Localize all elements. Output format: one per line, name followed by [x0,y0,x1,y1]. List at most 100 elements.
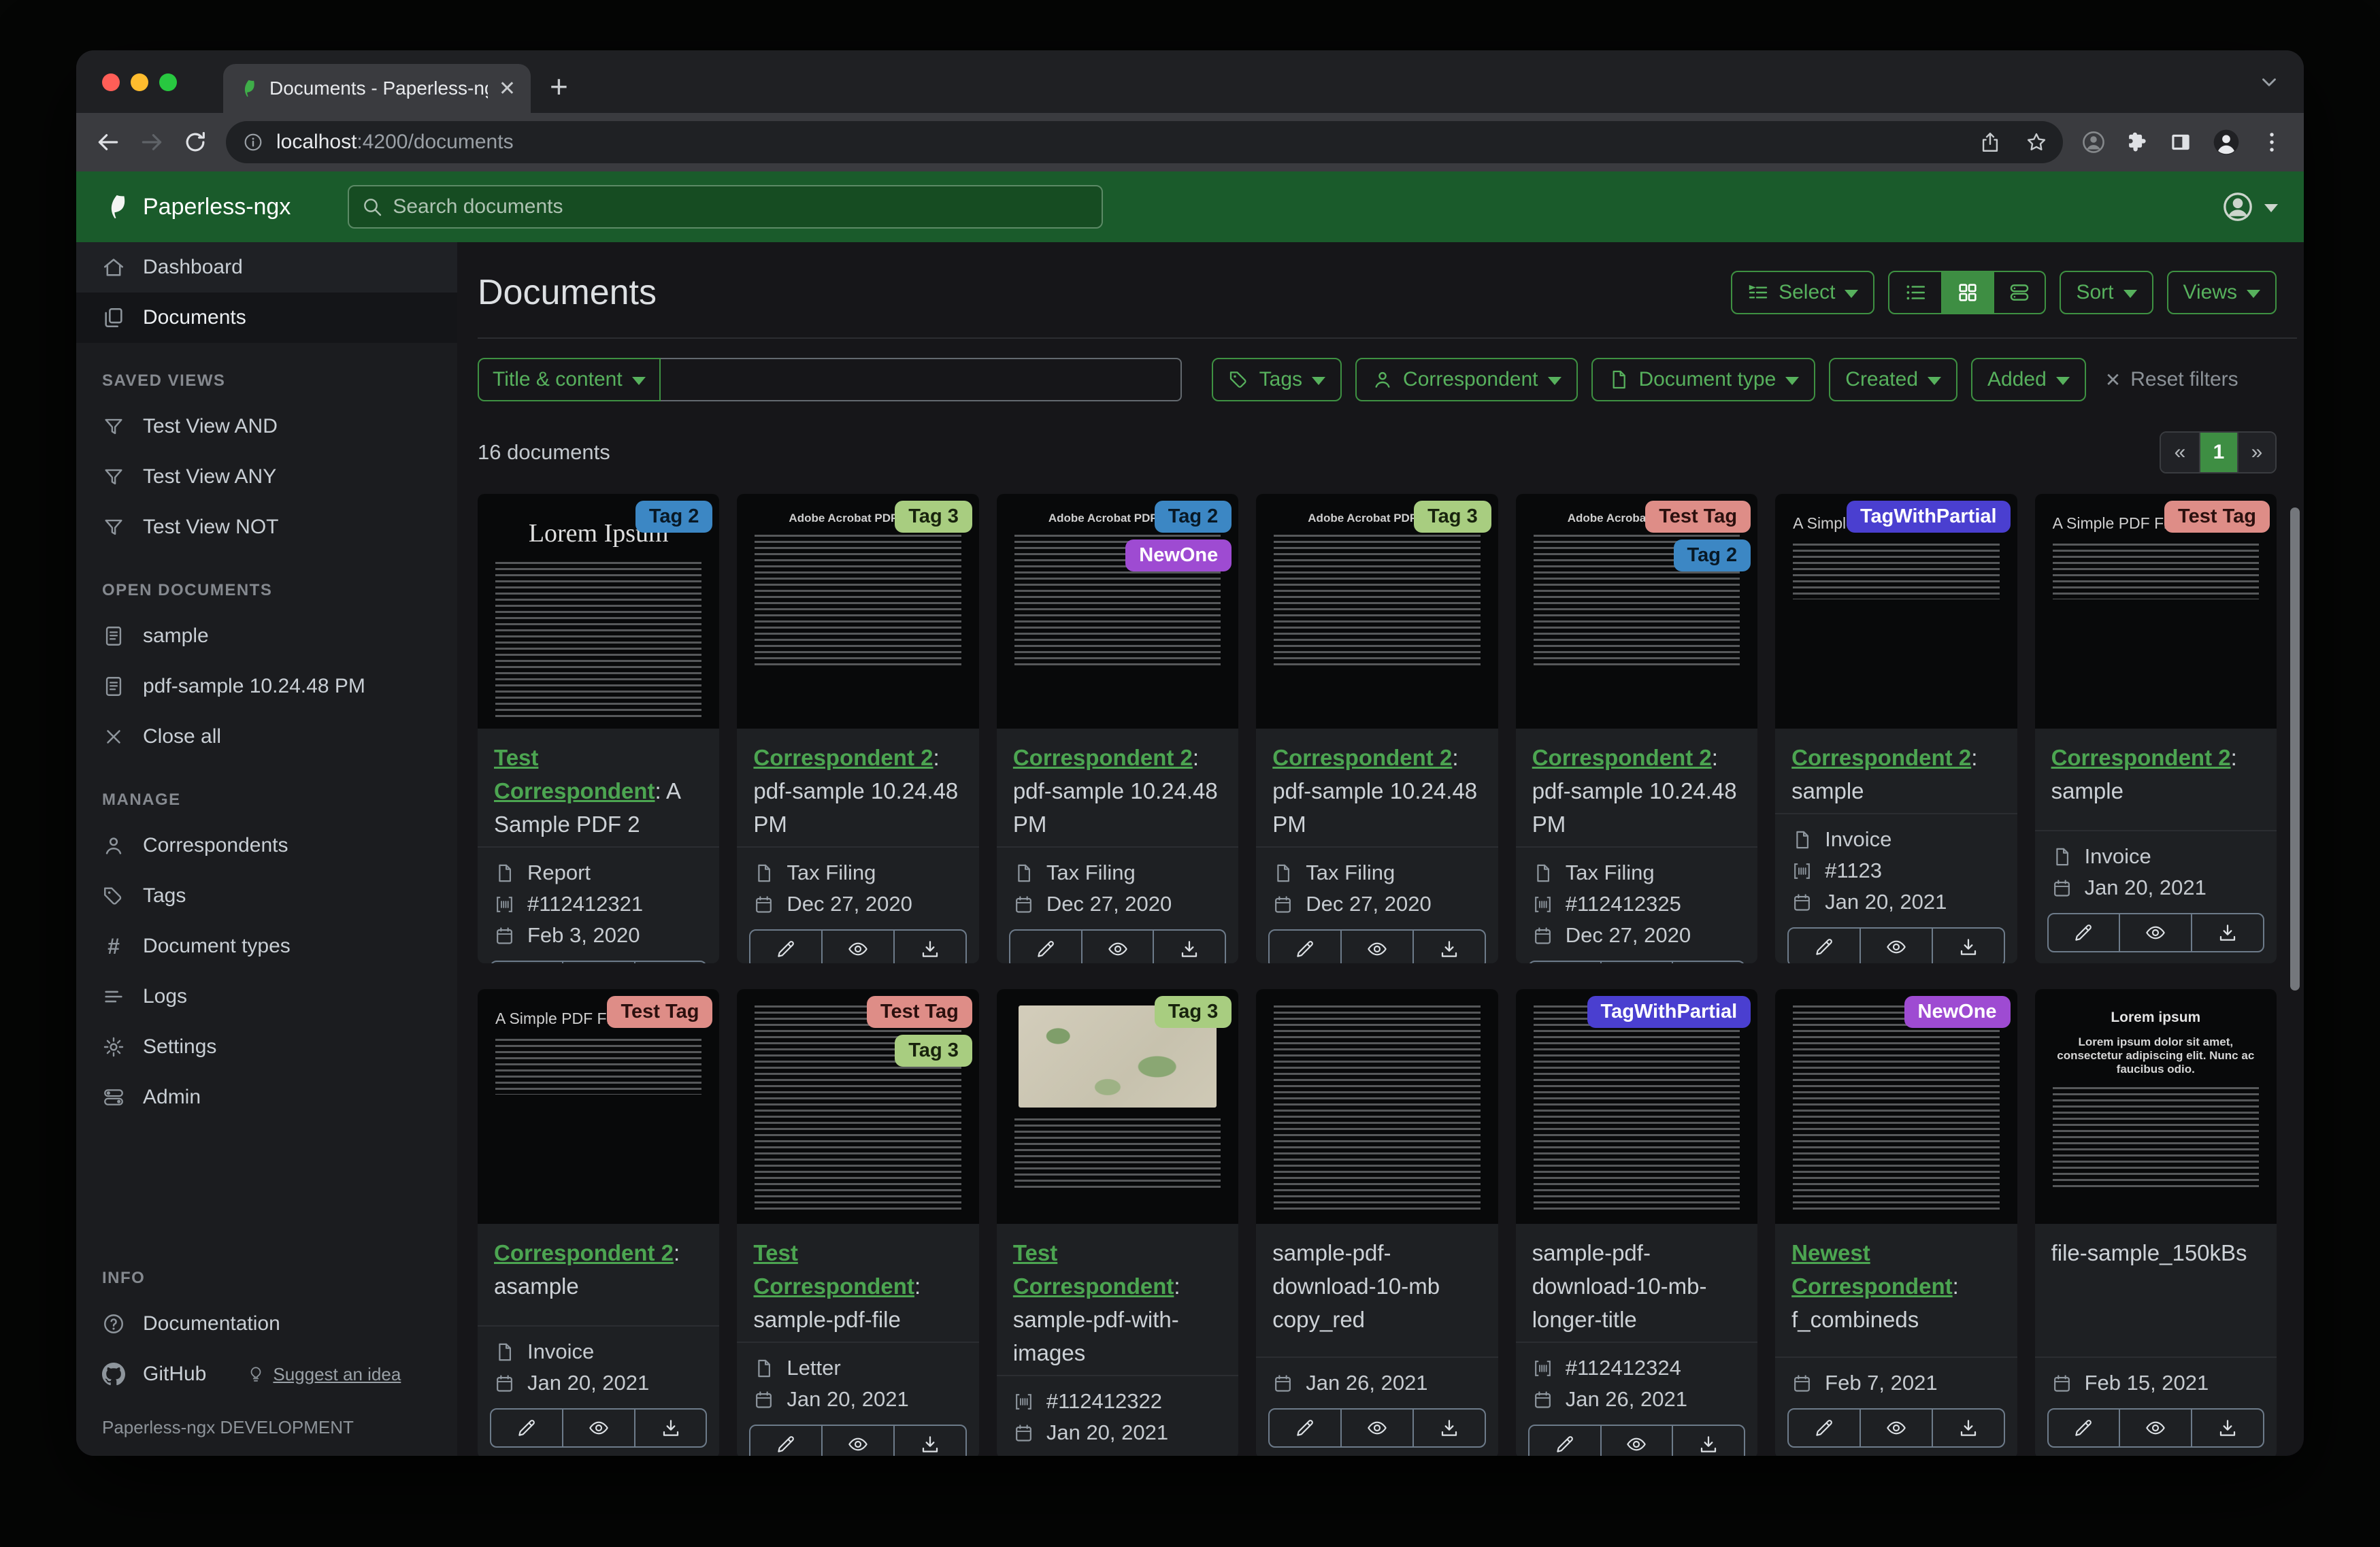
sidebar-item-test-view-and[interactable]: Test View AND [76,401,457,452]
new-tab-button[interactable]: + [550,68,568,105]
sidebar-item-logs[interactable]: Logs [76,971,457,1022]
tag-badge[interactable]: Tag 2 [1673,539,1751,571]
filter-correspondent-button[interactable]: Correspondent [1355,358,1578,401]
view-detail-button[interactable] [1993,272,2045,313]
document-thumbnail[interactable]: A Simple PDF File Test Tag [478,989,720,1224]
preview-button[interactable] [821,1426,893,1456]
edit-button[interactable] [750,1426,821,1456]
document-thumbnail[interactable]: Adobe Acrobat PDF Files Test Tag Tag 2 [1515,494,1758,729]
document-title[interactable]: Correspondent 2: pdf-sample 10.24.48 PM [1013,741,1222,841]
tag-badge[interactable]: Tag 3 [895,501,972,533]
download-button[interactable] [2191,914,2263,951]
preview-button[interactable] [561,962,634,963]
download-button[interactable] [633,962,706,963]
document-thumbnail[interactable]: Lorem ipsum Lorem ipsum dolor sit amet, … [2034,989,2277,1224]
scrollbar-track[interactable] [2286,242,2304,1456]
preview-button[interactable] [2119,914,2191,951]
edit-button[interactable] [1789,1410,1860,1446]
maximize-window-button[interactable] [159,73,177,91]
tag-badge[interactable]: NewOne [1125,539,1232,571]
download-button[interactable] [893,931,965,963]
filter-tags-button[interactable]: Tags [1211,358,1342,401]
global-search[interactable] [348,185,1104,229]
correspondent-link[interactable]: Test Correspondent [494,745,655,803]
correspondent-link[interactable]: Test Correspondent [1013,1240,1174,1299]
preview-button[interactable] [561,1410,634,1446]
document-title[interactable]: sample-pdf-download-10-mb copy_red [1272,1236,1481,1336]
edit-button[interactable] [2049,1410,2119,1446]
correspondent-link[interactable]: Test Correspondent [753,1240,914,1299]
sidebar-item-dashboard[interactable]: Dashboard [76,242,457,293]
preview-button[interactable] [1600,1426,1672,1456]
bookmark-star-icon[interactable] [2025,131,2048,154]
edit-button[interactable] [491,962,562,963]
download-button[interactable] [1672,962,1744,963]
correspondent-link[interactable]: Correspondent 2 [753,745,933,770]
document-thumbnail[interactable]: Test Tag Tag 3 [737,989,979,1224]
minimize-window-button[interactable] [131,73,148,91]
document-title[interactable]: Correspondent 2: asample [494,1236,703,1303]
app-brand[interactable]: Paperless-ngx [102,193,291,221]
edit-button[interactable] [1010,931,1081,963]
download-button[interactable] [1931,1410,2004,1446]
sidebar-item-github[interactable]: GitHub Suggest an idea [76,1349,457,1399]
close-window-button[interactable] [102,73,120,91]
document-title[interactable]: Correspondent 2: pdf-sample 10.24.48 PM [1272,741,1481,841]
sidebar-item-settings[interactable]: Settings [76,1022,457,1072]
select-button[interactable]: Select [1731,271,1875,314]
preview-button[interactable] [1600,962,1672,963]
document-title[interactable]: Correspondent 2: sample [2051,741,2260,808]
download-button[interactable] [893,1426,965,1456]
tag-badge[interactable]: Tag 2 [635,501,713,533]
sidebar-item-test-view-not[interactable]: Test View NOT [76,502,457,552]
preview-button[interactable] [2119,1410,2191,1446]
sidebar-item-correspondents[interactable]: Correspondents [76,820,457,871]
tag-badge[interactable]: Tag 2 [1154,501,1232,533]
forward-icon[interactable] [139,129,165,155]
sidebar-item-pdf-sample-10-24-48-pm[interactable]: pdf-sample 10.24.48 PM [76,661,457,712]
view-list-button[interactable] [1889,272,1941,313]
url-text[interactable]: localhost:4200/documents [276,131,1961,154]
download-button[interactable] [1153,931,1225,963]
document-thumbnail[interactable]: A Simple PDF File Test Tag [2034,494,2277,729]
filter-created-button[interactable]: Created [1829,358,1958,401]
correspondent-link[interactable]: Correspondent 2 [1013,745,1193,770]
download-button[interactable] [1672,1426,1744,1456]
document-title[interactable]: file-sample_150kBs [2051,1236,2260,1269]
edit-button[interactable] [491,1410,562,1446]
kebab-menu-icon[interactable] [2259,129,2285,155]
document-thumbnail[interactable]: Adobe Acrobat PDF Files Tag 3 [1256,494,1498,729]
tab-search-chevron-icon[interactable] [2258,71,2281,94]
tag-badge[interactable]: TagWithPartial [1587,996,1751,1028]
preview-button[interactable] [1340,931,1412,963]
document-thumbnail[interactable]: Adobe Acrobat PDF Files Tag 2 NewOne [996,494,1239,729]
search-input[interactable] [393,195,1090,218]
tag-badge[interactable]: NewOne [1904,996,2011,1028]
user-menu[interactable] [2221,190,2278,224]
document-title[interactable]: Correspondent 2: pdf-sample 10.24.48 PM [753,741,962,841]
edit-button[interactable] [1270,1410,1340,1446]
correspondent-link[interactable]: Correspondent 2 [2051,745,2231,770]
edit-button[interactable] [2049,914,2119,951]
filter-query-input[interactable] [660,358,1182,401]
correspondent-link[interactable]: Correspondent 2 [1791,745,1971,770]
sidebar-item-documents[interactable]: Documents [76,293,457,343]
page-current[interactable]: 1 [2199,433,2237,472]
scrollbar-thumb[interactable] [2290,508,2300,991]
correspondent-link[interactable]: Correspondent 2 [1272,745,1452,770]
document-title[interactable]: Test Correspondent: A Sample PDF 2 [494,741,703,841]
reset-filters-button[interactable]: ✕ Reset filters [2105,368,2238,391]
preview-button[interactable] [821,931,893,963]
preview-button[interactable] [1340,1410,1412,1446]
tag-badge[interactable]: TagWithPartial [1846,501,2011,533]
tag-badge[interactable]: Test Tag [866,996,972,1028]
document-title[interactable]: Test Correspondent: sample-pdf-file [753,1236,962,1336]
edit-button[interactable] [1789,929,1860,963]
sidebar-item-sample[interactable]: sample [76,611,457,661]
back-icon[interactable] [95,129,121,155]
suggest-an-idea-link[interactable]: Suggest an idea [247,1364,401,1385]
sort-button[interactable]: Sort [2060,271,2153,314]
sidebar-item-tags[interactable]: Tags [76,871,457,921]
tag-badge[interactable]: Tag 3 [895,1035,972,1067]
document-thumbnail[interactable]: Lorem Ipsum Tag 2 [478,494,720,729]
